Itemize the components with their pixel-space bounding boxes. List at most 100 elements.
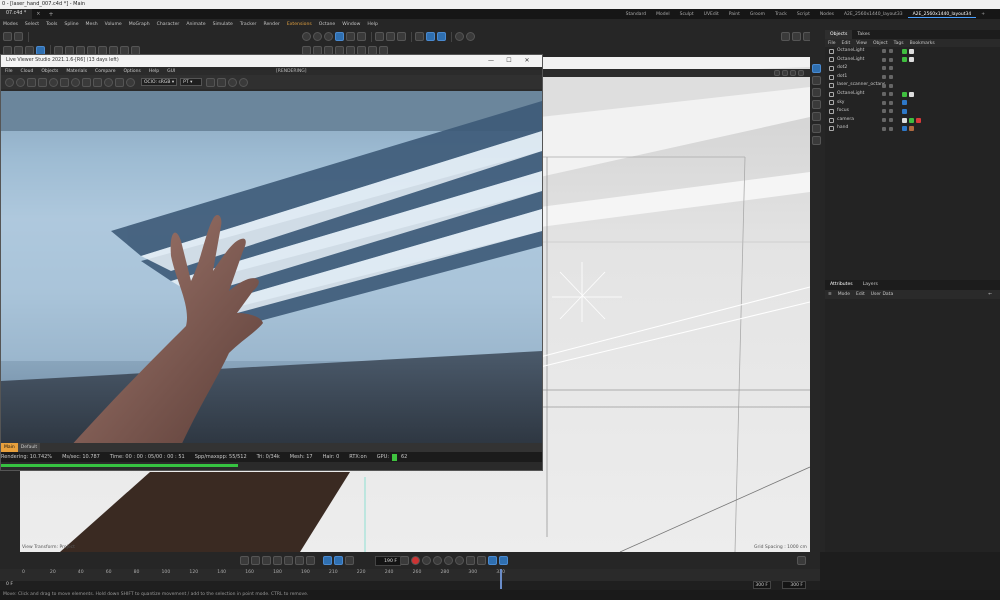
playhead[interactable] <box>500 569 503 589</box>
pick-material-icon[interactable] <box>71 77 80 87</box>
layout-tab[interactable]: Groom <box>745 12 770 17</box>
object-row[interactable]: laser_scanner_octane <box>825 81 1000 90</box>
visibility-flags[interactable] <box>882 83 896 88</box>
render-view-icon[interactable] <box>455 32 464 41</box>
visibility-flags[interactable] <box>882 100 896 105</box>
menu-item[interactable]: Octane <box>319 19 336 30</box>
tab-objects[interactable]: Objects <box>825 30 853 39</box>
object-tag-icon[interactable] <box>902 126 907 132</box>
object-row[interactable]: focus <box>825 107 1000 116</box>
editor-visibility-dot[interactable] <box>882 49 886 54</box>
objects-menu-item[interactable]: Edit <box>842 41 851 46</box>
lock-icon[interactable] <box>60 77 69 87</box>
live-viewer-menu-item[interactable]: Cloud <box>21 69 34 74</box>
octane-toolbar-icon[interactable] <box>812 64 821 73</box>
clear-icon[interactable] <box>239 77 249 87</box>
select-tool-icon[interactable] <box>335 32 344 41</box>
object-tag-icon[interactable] <box>909 126 914 132</box>
octane-aov-icon[interactable] <box>812 88 821 97</box>
restart-render-icon[interactable] <box>16 77 25 87</box>
visibility-flags[interactable] <box>882 109 896 114</box>
menu-item[interactable]: MoGraph <box>129 19 150 30</box>
footer-tab-default[interactable]: Default <box>17 443 41 452</box>
layout-view-2-icon[interactable] <box>792 32 801 41</box>
menu-item[interactable]: Tracker <box>240 19 257 30</box>
snapshot-icon[interactable] <box>228 77 238 87</box>
objects-menu-item[interactable]: Tags <box>894 41 904 46</box>
back-arrow-icon[interactable]: ← <box>988 292 992 297</box>
editor-visibility-dot[interactable] <box>882 75 886 80</box>
ocio-select[interactable]: OCIO: sRGB ▾ <box>141 78 178 86</box>
objects-menu-item[interactable]: File <box>828 41 836 46</box>
object-tag-icon[interactable] <box>902 57 907 63</box>
render-settings-icon[interactable] <box>466 32 475 41</box>
object-row[interactable]: hand <box>825 124 1000 133</box>
live-viewer-window[interactable]: Live Viewer Studio 2021.1.6-[R6] (13 day… <box>0 54 543 471</box>
start-frame-field[interactable]: 0 F <box>6 582 13 587</box>
object-row[interactable]: dot1 <box>825 73 1000 82</box>
live-viewer-menu-item[interactable]: Help <box>149 69 159 74</box>
menu-item[interactable]: Help <box>367 19 377 30</box>
octane-render-icon[interactable] <box>812 76 821 85</box>
y-axis-icon[interactable] <box>386 32 395 41</box>
menu-item[interactable]: Mesh <box>86 19 98 30</box>
timeline-track[interactable] <box>0 569 820 590</box>
viewport-rotate-icon[interactable] <box>790 70 796 76</box>
objects-menu-item[interactable]: Bookmarks <box>910 41 935 46</box>
menu-item[interactable]: Spline <box>64 19 78 30</box>
live-viewer-menu-item[interactable]: File <box>5 69 13 74</box>
document-tab[interactable]: 07.c4d * <box>0 9 33 19</box>
live-viewer-menu-item[interactable]: GUI <box>167 69 175 74</box>
editor-visibility-dot[interactable] <box>882 92 886 97</box>
editor-visibility-dot[interactable] <box>882 126 886 131</box>
viewport-move-icon[interactable] <box>774 70 780 76</box>
footer-tab-main[interactable]: Main <box>1 443 18 452</box>
layout-tab[interactable]: Track <box>770 12 792 17</box>
key-position-icon[interactable] <box>433 556 442 565</box>
layout-tab[interactable]: Nodes <box>815 12 839 17</box>
menu-item[interactable]: Tools <box>46 19 57 30</box>
preview-range-icon[interactable] <box>334 556 343 565</box>
tag-icon[interactable] <box>115 77 124 87</box>
new-tab-button[interactable]: + <box>45 11 58 18</box>
loop-icon[interactable] <box>323 556 332 565</box>
menu-icon[interactable]: ≡ <box>828 292 832 297</box>
go-to-end-icon[interactable] <box>306 556 315 565</box>
render-visibility-dot[interactable] <box>889 100 893 105</box>
octane-volume-icon[interactable] <box>812 112 821 121</box>
object-row[interactable]: OctaneLight <box>825 56 1000 65</box>
x-axis-icon[interactable] <box>375 32 384 41</box>
object-tag-icon[interactable] <box>916 117 921 123</box>
render-visibility-dot[interactable] <box>889 83 893 88</box>
object-tag-icon[interactable] <box>909 57 914 63</box>
menu-item[interactable]: Window <box>342 19 360 30</box>
objects-menu-item[interactable]: Object <box>873 41 888 46</box>
preview-end-field[interactable]: 300 F <box>782 581 806 589</box>
timeline-settings-icon[interactable] <box>797 556 806 565</box>
editor-visibility-dot[interactable] <box>882 109 886 114</box>
visibility-flags[interactable] <box>882 92 896 97</box>
render-visibility-dot[interactable] <box>889 49 893 54</box>
model-mode-icon[interactable] <box>357 32 366 41</box>
tab-takes[interactable]: Takes <box>852 30 875 39</box>
record-keys-icon[interactable] <box>400 556 409 565</box>
object-tag-icon[interactable] <box>909 48 914 54</box>
live-viewer-titlebar[interactable]: Live Viewer Studio 2021.1.6-[R6] (13 day… <box>1 55 542 67</box>
rotate-tool-icon[interactable] <box>324 32 333 41</box>
object-row[interactable]: OctaneLight <box>825 90 1000 99</box>
render-visibility-dot[interactable] <box>889 109 893 114</box>
object-tag-icon[interactable] <box>909 117 914 123</box>
object-tag-icon[interactable] <box>902 117 907 123</box>
add-layout-button[interactable]: + <box>976 12 990 17</box>
object-tag-icon[interactable] <box>902 108 907 114</box>
visibility-flags[interactable] <box>882 118 896 123</box>
compare-b-icon[interactable] <box>217 77 227 87</box>
menu-item[interactable]: Modes <box>3 19 18 30</box>
send-scene-icon[interactable] <box>5 77 14 87</box>
objects-menu-item[interactable]: View <box>856 41 867 46</box>
object-tag-icon[interactable] <box>902 48 907 54</box>
object-row[interactable]: dot2 <box>825 64 1000 73</box>
render-output[interactable] <box>1 91 542 457</box>
visibility-flags[interactable] <box>882 75 896 80</box>
object-tag-icon[interactable] <box>902 100 907 106</box>
